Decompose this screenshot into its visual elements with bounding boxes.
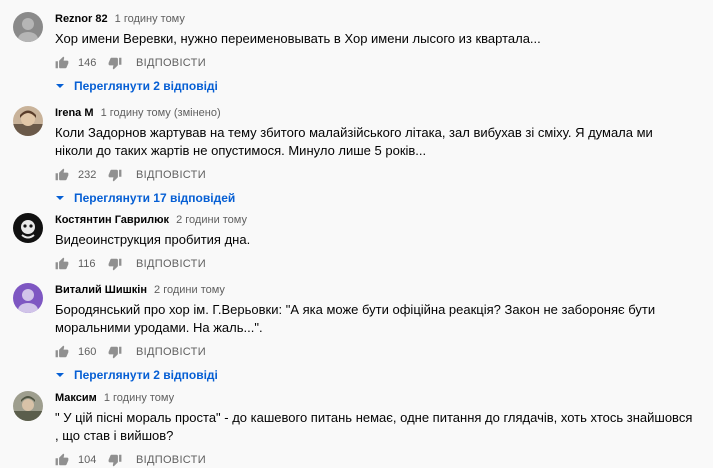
view-replies-button[interactable]: Переглянути 17 відповідей (55, 191, 693, 205)
comment-time[interactable]: 1 годину тому (104, 392, 174, 404)
like-icon[interactable] (55, 453, 69, 467)
comment-text: Видеоинструкция пробития дна. (55, 232, 251, 247)
like-count: 104 (78, 454, 97, 466)
avatar[interactable] (13, 283, 43, 313)
dislike-icon[interactable] (108, 257, 122, 271)
like-count: 160 (78, 346, 97, 358)
like-icon[interactable] (55, 345, 69, 359)
chevron-down-icon (56, 84, 64, 88)
comment-time[interactable]: 1 годину тому (змінено) (101, 107, 221, 119)
comments-list: Reznor 82 1 годину тому Хор имени Веревк… (0, 0, 713, 467)
avatar[interactable] (13, 106, 43, 136)
view-replies-button[interactable]: Переглянути 2 відповіді (55, 79, 693, 93)
comment-author[interactable]: Костянтин Гаврилюк (55, 214, 169, 226)
comment-time[interactable]: 1 годину тому (115, 13, 185, 25)
avatar[interactable] (13, 213, 43, 243)
dislike-icon[interactable] (108, 56, 122, 70)
dislike-icon[interactable] (108, 453, 122, 467)
chevron-down-icon (56, 196, 64, 200)
reply-button[interactable]: ВІДПОВІСТИ (136, 57, 206, 69)
comment-author[interactable]: Максим (55, 392, 97, 404)
like-icon[interactable] (55, 168, 69, 182)
comment-author[interactable]: Виталий Шишкін (55, 284, 147, 296)
dislike-icon[interactable] (108, 168, 122, 182)
like-icon[interactable] (55, 56, 69, 70)
like-count: 146 (78, 57, 97, 69)
comment-text: Хор имени Веревки, нужно переименовывать… (55, 31, 541, 46)
like-count: 232 (78, 169, 97, 181)
comment-text: Коли Задорнов жартував на тему збитого м… (55, 125, 653, 158)
reply-button[interactable]: ВІДПОВІСТИ (136, 346, 206, 358)
comment-text: " У цій пісні мораль проста" - до кашево… (55, 410, 693, 443)
comment-text: Бородянський про хор ім. Г.Верьовки: "А … (55, 302, 656, 335)
reply-button[interactable]: ВІДПОВІСТИ (136, 169, 206, 181)
comment-time[interactable]: 2 години тому (154, 284, 225, 296)
view-replies-label: Переглянути 17 відповідей (74, 191, 236, 205)
comment-author[interactable]: Irena M (55, 107, 94, 119)
view-replies-label: Переглянути 2 відповіді (74, 79, 218, 93)
avatar[interactable] (13, 391, 43, 421)
chevron-down-icon (56, 373, 64, 377)
comment-author[interactable]: Reznor 82 (55, 13, 108, 25)
dislike-icon[interactable] (108, 345, 122, 359)
like-count: 116 (78, 258, 96, 270)
comment-time[interactable]: 2 години тому (176, 214, 247, 226)
avatar[interactable] (13, 12, 43, 42)
view-replies-label: Переглянути 2 відповіді (74, 368, 218, 382)
view-replies-button[interactable]: Переглянути 2 відповіді (55, 368, 693, 382)
reply-button[interactable]: ВІДПОВІСТИ (136, 454, 206, 466)
reply-button[interactable]: ВІДПОВІСТИ (136, 258, 206, 270)
like-icon[interactable] (55, 257, 69, 271)
